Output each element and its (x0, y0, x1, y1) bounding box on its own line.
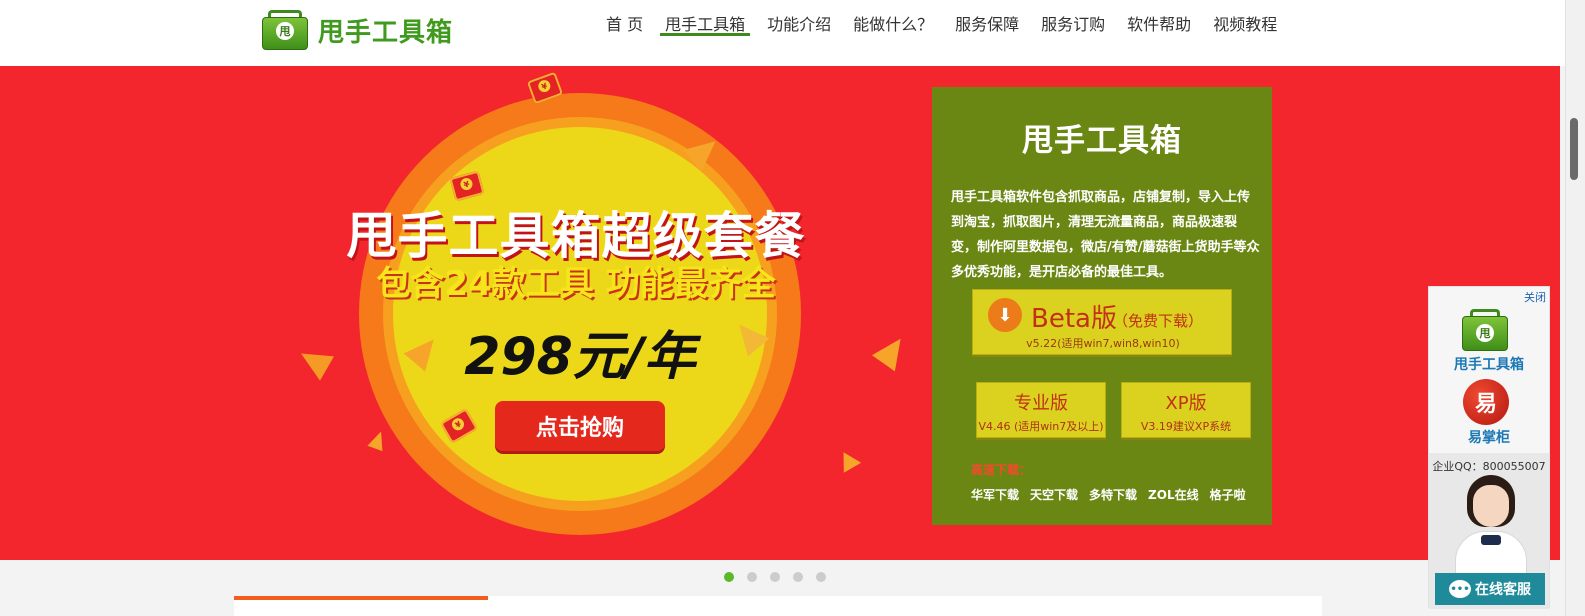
slider-dot[interactable] (747, 572, 757, 582)
toolbox-logo-icon: 甩 (262, 10, 308, 50)
nav-service-order[interactable]: 服务订购 (1030, 0, 1116, 56)
nav-home[interactable]: 首 页 (595, 0, 654, 56)
nav-software-help[interactable]: 软件帮助 (1116, 0, 1202, 56)
product-download-card: 甩手工具箱 甩手工具箱软件包含抓取商品，店铺复制，导入上传到淘宝，抓取图片，清理… (932, 87, 1272, 525)
service-agent-avatar (1449, 475, 1533, 575)
hero-banner[interactable]: 甩手工具箱超级套餐 包含24款工具 功能最齐全 298元/年 点击抢购 甩手工具… (0, 66, 1560, 560)
pro-name: 专业版 (1014, 393, 1068, 414)
chat-bubble-icon: ••• (1449, 580, 1471, 598)
page: 甩 甩手工具箱 首 页 甩手工具箱 功能介绍 能做什么？ 服务保障 服务订购 软… (0, 0, 1585, 616)
nav-toolbox[interactable]: 甩手工具箱 (654, 0, 756, 56)
mirror-link[interactable]: ZOL在线 (1148, 486, 1199, 503)
site-logo[interactable]: 甩 甩手工具箱 (262, 10, 453, 50)
slider-dots (724, 572, 826, 582)
gold-shard-decor (367, 428, 389, 452)
xp-version: V3.19建议XP系统 (1140, 420, 1232, 433)
mirror-links: 华军下载 天空下载 多特下载 ZOL在线 格子啦 (971, 486, 1246, 503)
pro-version: V4.46 (适用win7及以上) (978, 420, 1104, 433)
gold-shard-decor (834, 447, 862, 473)
section-tab-indicator (234, 596, 488, 600)
nav-video-tutorial[interactable]: 视频教程 (1202, 0, 1288, 56)
mirror-link[interactable]: 格子啦 (1210, 486, 1246, 503)
float-yizhanggui-link[interactable]: 易掌柜 (1429, 427, 1549, 447)
online-service-button[interactable]: ••• 在线客服 (1435, 573, 1545, 605)
float-toolbox-link[interactable]: 甩手工具箱 (1429, 354, 1549, 374)
xp-download-button[interactable]: XP版 V3.19建议XP系统 (1121, 382, 1251, 438)
float-close-button[interactable]: 关闭 (1524, 289, 1546, 305)
float-service-panel: 关闭 甩 甩手工具箱 易 易掌柜 企业QQ：800055007 ••• 在线客服 (1428, 286, 1550, 609)
nav-service-guarantee[interactable]: 服务保障 (944, 0, 1030, 56)
toolbox-icon[interactable]: 甩 (1462, 309, 1508, 351)
online-service-label: 在线客服 (1475, 582, 1531, 598)
card-description: 甩手工具箱软件包含抓取商品，店铺复制，导入上传到淘宝，抓取图片，清理无流量商品，… (951, 190, 1260, 280)
logo-text: 甩手工具箱 (318, 17, 454, 48)
site-header: 甩 甩手工具箱 首 页 甩手工具箱 功能介绍 能做什么？ 服务保障 服务订购 软… (0, 0, 1565, 66)
promo-subtitle: 包含24款工具 功能最齐全 (376, 264, 776, 304)
buy-now-button[interactable]: 点击抢购 (495, 401, 665, 451)
card-title: 甩手工具箱 (1022, 123, 1182, 159)
pro-download-button[interactable]: 专业版 V4.46 (适用win7及以上) (976, 382, 1106, 438)
mirror-link[interactable]: 多特下载 (1089, 486, 1137, 503)
slider-dot[interactable] (724, 572, 734, 582)
enterprise-qq: 企业QQ：800055007 (1432, 460, 1546, 473)
beta-version: v5.22(适用win7,win8,win10) (1026, 337, 1180, 350)
slider-dot[interactable] (770, 572, 780, 582)
gold-shard-decor (871, 330, 913, 372)
page-scrollbar[interactable] (1565, 0, 1585, 616)
nav-features[interactable]: 功能介绍 (756, 0, 842, 56)
download-icon: ⬇ (988, 298, 1022, 332)
slider-dot[interactable] (816, 572, 826, 582)
xp-name: XP版 (1165, 393, 1207, 414)
main-nav: 首 页 甩手工具箱 功能介绍 能做什么？ 服务保障 服务订购 软件帮助 视频教程 (595, 0, 1288, 66)
content-section (234, 596, 1322, 616)
yizhanggui-icon[interactable]: 易 (1463, 379, 1509, 425)
beta-download-button[interactable]: ⬇ Beta版 （免费下载） v5.22(适用win7,win8,win10) (972, 289, 1232, 355)
nav-what-can-do[interactable]: 能做什么？ (842, 0, 944, 56)
mirror-link[interactable]: 天空下载 (1030, 486, 1078, 503)
beta-note: （免费下载） (1113, 312, 1204, 330)
mirror-link[interactable]: 华军下载 (971, 486, 1019, 503)
gold-shard-decor (294, 341, 334, 381)
mirror-label: 高速下载： (971, 463, 1032, 477)
slider-dot[interactable] (793, 572, 803, 582)
beta-name: Beta版 (1031, 304, 1117, 334)
scrollbar-thumb[interactable] (1570, 118, 1578, 180)
promo-price: 298元/年 (464, 327, 696, 387)
